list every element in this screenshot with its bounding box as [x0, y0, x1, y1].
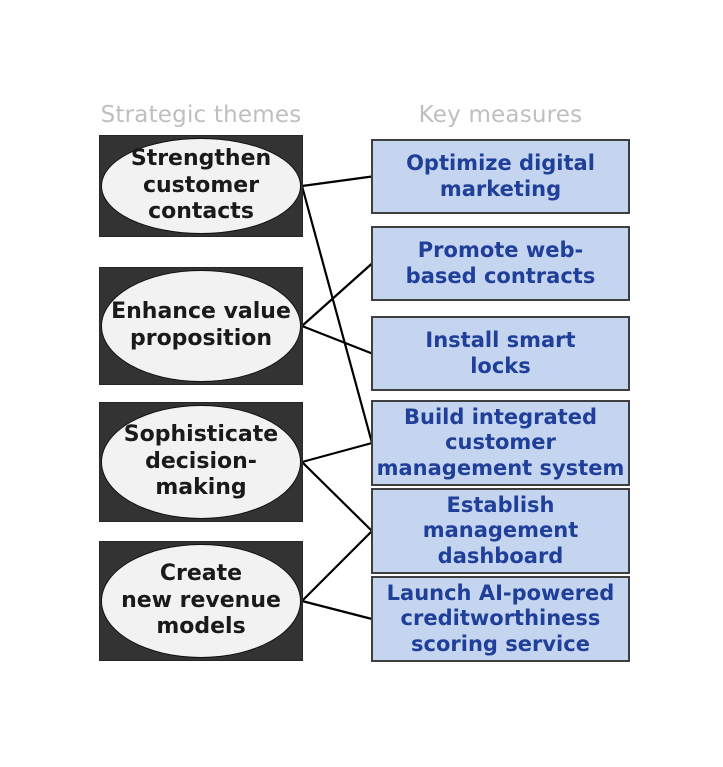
measure-label: Build integrated customer management sys…: [376, 405, 625, 480]
column-header-key-measures: Key measures: [418, 102, 583, 128]
measure-box-promote-web-based-contracts[interactable]: Promote web- based contracts: [371, 226, 630, 301]
connector-sophisticate-decision-making-to-establish-management-dashboard: [300, 460, 374, 533]
theme-ellipse: Sophisticate decision- making: [101, 405, 301, 519]
measure-label: Install smart locks: [425, 328, 576, 378]
connector-create-new-revenue-models-to-establish-management-dashboard: [300, 529, 374, 603]
theme-ellipse: Create new revenue models: [101, 544, 301, 658]
theme-label: Sophisticate decision- making: [123, 421, 279, 501]
theme-label: Create new revenue models: [121, 560, 281, 640]
measure-box-establish-management-dashboard[interactable]: Establish management dashboard: [371, 488, 630, 574]
theme-ellipse: Strengthen customer contacts: [101, 138, 301, 234]
measure-label: Launch AI-powered creditworthiness scori…: [386, 581, 615, 656]
measure-box-launch-ai-credit-scoring[interactable]: Launch AI-powered creditworthiness scori…: [371, 576, 630, 662]
measure-label: Promote web- based contracts: [405, 238, 596, 288]
theme-ellipse: Enhance value proposition: [101, 270, 301, 382]
strategy-map-diagram: Strategic themes Key measures Strengthen…: [0, 0, 723, 767]
theme-label: Enhance value proposition: [111, 299, 291, 351]
connector-enhance-value-proposition-to-install-smart-locks: [300, 324, 374, 355]
measure-box-optimize-digital-marketing[interactable]: Optimize digital marketing: [371, 139, 630, 214]
connector-create-new-revenue-models-to-launch-ai-credit-scoring: [300, 599, 374, 621]
measure-box-build-integrated-cms[interactable]: Build integrated customer management sys…: [371, 400, 630, 486]
connector-sophisticate-decision-making-to-build-integrated-cms: [300, 441, 374, 464]
connector-enhance-value-proposition-to-promote-web-based-contracts: [300, 262, 374, 328]
column-header-strategic-themes: Strategic themes: [100, 102, 302, 128]
theme-node-enhance-value-proposition[interactable]: Enhance value proposition: [99, 267, 303, 385]
connector-strengthen-customer-contacts-to-optimize-digital-marketing: [300, 175, 374, 188]
measure-label: Optimize digital marketing: [406, 151, 595, 201]
theme-node-strengthen-customer-contacts[interactable]: Strengthen customer contacts: [99, 135, 303, 237]
theme-node-create-new-revenue-models[interactable]: Create new revenue models: [99, 541, 303, 661]
measure-label: Establish management dashboard: [422, 493, 579, 568]
theme-node-sophisticate-decision-making[interactable]: Sophisticate decision- making: [99, 402, 303, 522]
theme-label: Strengthen customer contacts: [130, 145, 272, 225]
connector-strengthen-customer-contacts-to-build-integrated-cms: [300, 184, 374, 445]
measure-box-install-smart-locks[interactable]: Install smart locks: [371, 316, 630, 391]
